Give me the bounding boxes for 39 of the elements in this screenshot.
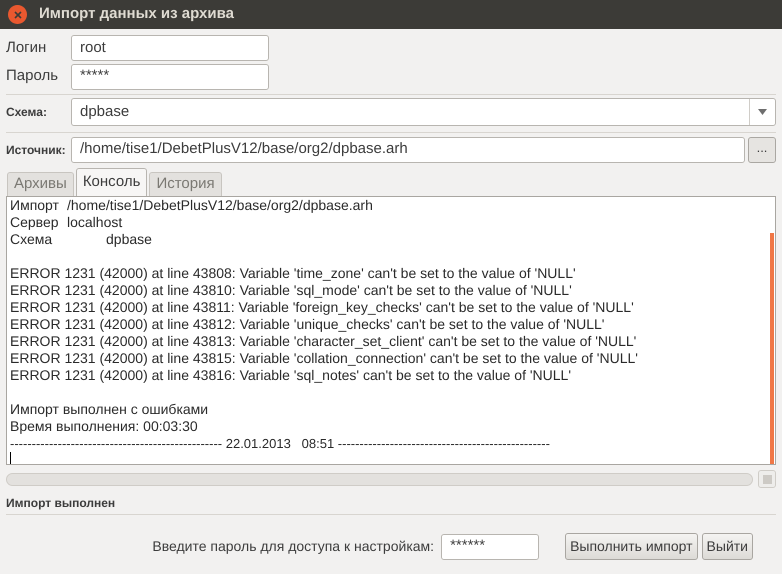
dropdown-arrow-icon xyxy=(758,109,767,115)
console-text: ERROR 1231 (42000) at line 43813: Variable 'character_set_client' can't be set to the value of 'NULL' xyxy=(10,333,638,350)
source-field[interactable]: /home/tise1/DebetPlusV12/base/org2/dpbase.arh xyxy=(71,136,745,162)
scrollbar[interactable] xyxy=(770,233,774,464)
console-text: ERROR 1231 (42000) at line 43810: Variable 'sql_mode' can't be set to the value of 'NULL' xyxy=(10,282,573,299)
text-cursor xyxy=(10,452,11,464)
console-text: ERROR 1231 (42000) at line 43812: Variable 'unique_checks' can't be set to the value of 'NULL' xyxy=(10,316,606,333)
status-text: Импорт выполнен xyxy=(6,494,776,515)
schema-label: Схема: xyxy=(6,104,48,121)
console-text: ------------------------------------------------- 22.01.2013 08:51 ------------------------------------------------- xyxy=(10,435,550,452)
login-label: Логин xyxy=(6,38,48,58)
console-text: Сервер xyxy=(10,214,60,231)
console-text: Импорт xyxy=(10,197,60,214)
console-text: Время выполнения: 00:03:30 xyxy=(10,418,199,435)
console-text: /home/tise1/DebetPlusV12/base/org2/dpbase.arh xyxy=(67,197,373,214)
stop-icon xyxy=(762,474,772,484)
tab[interactable]: Консоль xyxy=(76,168,148,196)
browse-button[interactable]: ... xyxy=(748,136,776,162)
import-button[interactable]: Выполнить импорт xyxy=(565,533,698,560)
settings-password-field[interactable]: ****** xyxy=(441,534,540,560)
password-field[interactable]: ***** xyxy=(71,64,269,90)
console-text: dpbase xyxy=(106,231,152,248)
console-text: Схема xyxy=(10,231,54,248)
console-area[interactable] xyxy=(6,196,776,465)
schema-dropdown[interactable]: dpbase xyxy=(71,98,776,126)
settings-password-label: Введите пароль для доступа к настройкам: xyxy=(152,537,434,556)
close-icon xyxy=(14,10,22,18)
exit-button[interactable]: Выйти xyxy=(702,533,753,560)
password-label: Пароль xyxy=(6,66,60,86)
console-text: ERROR 1231 (42000) at line 43808: Variable 'time_zone' can't be set to the value of 'NULL' xyxy=(10,265,577,282)
source-label: Источник: xyxy=(6,142,67,158)
close-button[interactable] xyxy=(8,5,27,24)
console-text: ERROR 1231 (42000) at line 43815: Variable 'collation_connection' can't be set to the value of 'NULL' xyxy=(10,350,639,367)
console-text: Импорт выполнен с ошибками xyxy=(10,401,210,418)
console-text: localhost xyxy=(67,214,122,231)
console-text: ERROR 1231 (42000) at line 43816: Variable 'sql_notes' can't be set to the value of 'NULL' xyxy=(10,367,572,384)
window-title: Импорт данных из архива xyxy=(39,4,234,24)
console-text: ERROR 1231 (42000) at line 43811: Variable 'foreign_key_checks' can't be set to the value of 'NULL' xyxy=(10,299,635,316)
login-field[interactable]: root xyxy=(71,35,269,61)
